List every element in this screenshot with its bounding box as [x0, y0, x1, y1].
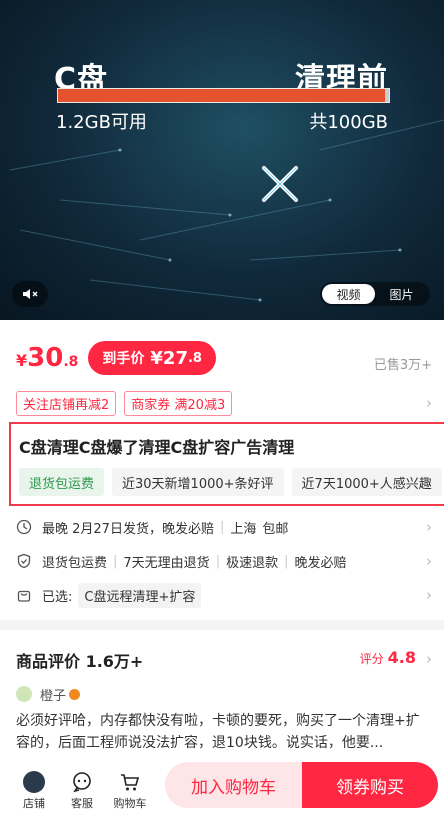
ship-location: 上海	[230, 521, 257, 537]
guarantee-7day: 7天无理由退货	[123, 555, 210, 571]
product-title-section: C盘清理C盘爆了清理C盘扩容广告清理 退货包运费 近30天新增1000+条好评 …	[9, 422, 444, 506]
price-integer: 30	[27, 343, 64, 373]
coupon-row[interactable]: 关注店铺再减2 商家券 满20减3 ›	[0, 382, 444, 416]
avatar	[16, 686, 32, 702]
tab-images[interactable]: 图片	[375, 284, 428, 304]
price-decimal: .8	[63, 354, 79, 370]
chevron-right-icon[interactable]: ›	[426, 394, 432, 412]
review-text[interactable]: 必须好评哈，内存都快没有啦，卡顿的要死，购买了一个清理+扩容的，后面工程师说没法…	[0, 704, 444, 760]
buy-with-coupon-button[interactable]: 领券购买	[302, 762, 438, 808]
cart-button[interactable]: 购物车	[106, 769, 154, 811]
add-to-cart-button[interactable]: 加入购物车	[165, 762, 302, 808]
shield-check-icon	[17, 553, 31, 569]
clock-icon	[16, 519, 32, 535]
sold-count: 已售3万+	[373, 358, 432, 373]
background-lines	[9, 119, 444, 302]
price-row: ¥ 30 .8 到手价 ¥ 27 .8 已售3万+	[0, 320, 444, 382]
guarantee-return-shipping: 退货包运费	[42, 555, 108, 571]
store-avatar-icon	[23, 770, 45, 793]
product-tags: 退货包运费 近30天新增1000+条好评 近7天1000+人感兴趣	[11, 458, 444, 496]
disk-usage-fill	[58, 89, 386, 102]
separator: |	[284, 553, 289, 569]
chevron-right-icon[interactable]: ›	[426, 586, 432, 604]
current-price: ¥ 30 .8	[16, 343, 78, 373]
final-price-symbol: ¥	[150, 347, 163, 369]
score-value: 4.8	[387, 648, 416, 667]
product-media-carousel[interactable]: C盘 清理前 1.2GB可用 共100GB 视频 图片	[0, 0, 444, 320]
tag-reviews[interactable]: 近30天新增1000+条好评	[112, 468, 284, 496]
shopping-cart-icon	[121, 773, 140, 790]
selection-label: 已选:	[42, 589, 73, 605]
orange-emoji-icon	[69, 688, 81, 700]
final-price-label: 到手价	[102, 351, 145, 367]
customer-service-button[interactable]: 客服	[58, 769, 106, 811]
mute-icon[interactable]	[12, 281, 48, 307]
separator: |	[219, 519, 225, 535]
postage: 包邮	[262, 521, 289, 537]
shipping-row[interactable]: 最晚 2月27日发货，晚发必赔 | 上海 包邮 ›	[0, 510, 444, 544]
reviewer: 橙子	[0, 676, 444, 704]
product-title: C盘清理C盘爆了清理C盘扩容广告清理	[19, 438, 295, 457]
chat-icon	[73, 771, 91, 792]
selection-value: C盘远程清理+扩容	[78, 582, 202, 608]
store-button[interactable]: 店铺	[10, 769, 58, 811]
service-label: 客服	[71, 796, 93, 810]
separator: |	[215, 553, 221, 569]
store-label: 店铺	[23, 796, 45, 810]
media-toggle[interactable]: 视频 图片	[320, 282, 430, 306]
final-price-badge[interactable]: 到手价 ¥ 27 .8	[88, 341, 216, 375]
bag-icon	[17, 590, 31, 602]
review-score: 评分 4.8	[360, 648, 416, 667]
selection-row[interactable]: 已选: C盘远程清理+扩容 ›	[0, 578, 444, 612]
score-label: 评分	[359, 652, 384, 666]
reviewer-name: 橙子	[40, 688, 67, 704]
guarantee-fast-refund: 极速退款	[226, 555, 279, 571]
final-price-integer: 27	[162, 347, 188, 369]
section-divider	[0, 620, 444, 630]
chevron-right-icon[interactable]: ›	[426, 552, 432, 570]
final-price-decimal: .8	[187, 350, 202, 366]
tag-interest[interactable]: 近7天1000+人感兴趣	[291, 468, 442, 496]
close-mark-icon	[262, 166, 298, 202]
reviews-header[interactable]: 商品评价 1.6万+ 评分 4.8 ›	[0, 630, 444, 676]
cart-label: 购物车	[113, 796, 147, 810]
disk-usage-bar	[57, 88, 390, 103]
shipping-text: 最晚 2月27日发货，晚发必赔	[42, 521, 214, 537]
chevron-right-icon[interactable]: ›	[426, 518, 432, 536]
guarantee-late-compensation: 晚发必赔	[294, 555, 347, 571]
coupon-merchant[interactable]: 商家券 满20减3	[124, 390, 233, 416]
reviews-title: 商品评价 1.6万+	[16, 652, 144, 671]
price-symbol: ¥	[16, 351, 28, 370]
total-space: 共100GB	[309, 112, 388, 133]
chevron-right-icon[interactable]: ›	[426, 650, 432, 668]
coupon-follow-store[interactable]: 关注店铺再减2	[16, 390, 117, 416]
tab-video[interactable]: 视频	[322, 284, 375, 304]
bottom-action-bar: 店铺 客服 购物车 加入购物车 领券购买	[0, 756, 444, 823]
separator: |	[113, 553, 118, 569]
guarantee-row[interactable]: 退货包运费 | 7天无理由退货 | 极速退款 | 晚发必赔 ›	[0, 544, 444, 578]
tag-return-shipping: 退货包运费	[19, 468, 105, 496]
available-space: 1.2GB可用	[56, 112, 147, 133]
